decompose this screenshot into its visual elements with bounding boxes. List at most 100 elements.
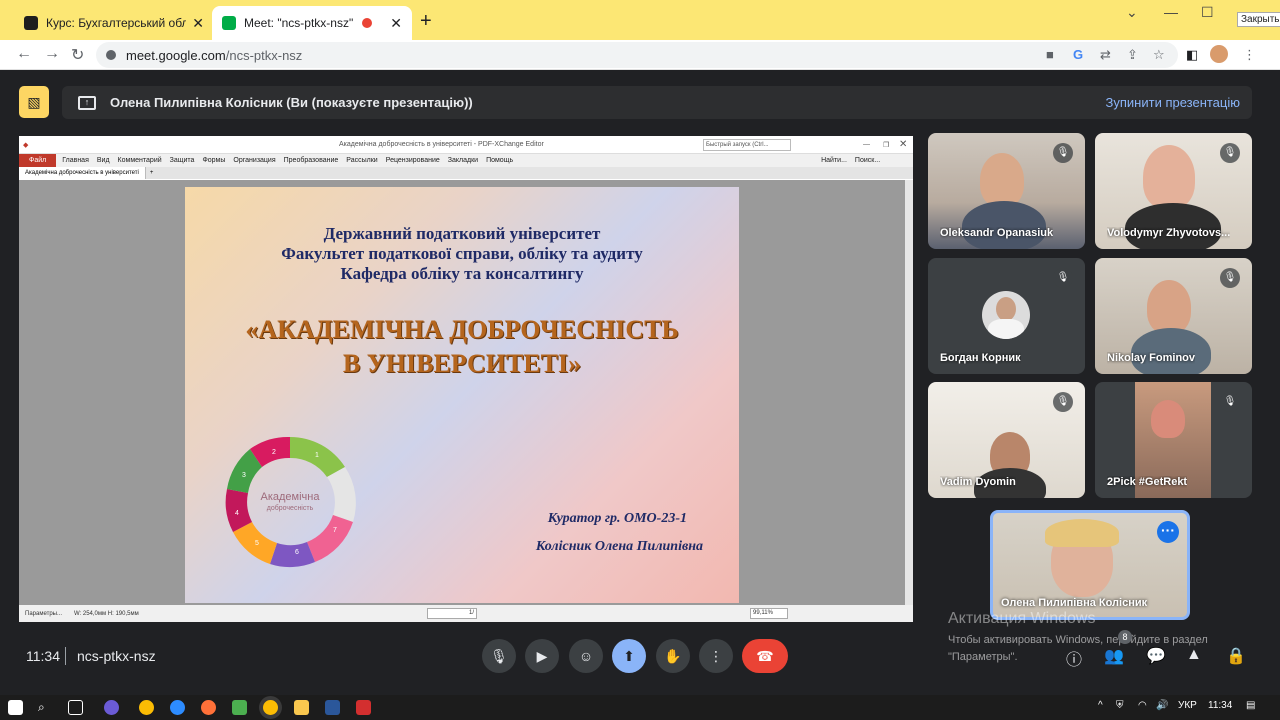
kebab-icon: ⋮ — [709, 647, 723, 664]
self-video-hair — [1045, 519, 1119, 547]
file-explorer-icon[interactable] — [294, 700, 309, 715]
reactions-button[interactable]: ☺ — [569, 639, 603, 673]
mic-icon: 🎙 — [490, 647, 508, 664]
search-icon[interactable]: ⌕ — [38, 700, 45, 715]
menu-item[interactable]: Комментарий — [118, 157, 162, 164]
people-icon[interactable]: 👥 — [1104, 646, 1124, 666]
present-icon: ⬆ — [623, 647, 635, 664]
lock-icon[interactable] — [106, 50, 116, 60]
firefox-icon[interactable] — [201, 700, 216, 715]
share-icon[interactable]: ⇪ — [1127, 47, 1138, 63]
activities-icon[interactable]: ▲ — [1186, 646, 1202, 664]
address-bar[interactable]: meet.google.com/ncs-ptkx-nsz — [96, 42, 1178, 68]
leave-call-button[interactable]: ☎ — [742, 639, 788, 673]
participant-tile[interactable]: 🎙 Oleksandr Opanasiuk — [928, 133, 1085, 249]
pdf-minimize-icon[interactable]: — — [863, 141, 870, 148]
translate-icon[interactable]: ⇄ — [1100, 47, 1111, 63]
status-params-button[interactable]: Параметры... — [25, 611, 62, 617]
raise-hand-button[interactable]: ✋ — [656, 639, 690, 673]
back-arrow-icon[interactable]: ← — [16, 45, 32, 63]
find-button[interactable]: Найти... — [821, 157, 847, 164]
browser-tab-course[interactable]: Курс: Бухгалтерський облік в у ✕ — [14, 6, 214, 40]
wifi-icon[interactable]: ◠ — [1138, 700, 1147, 711]
menu-item[interactable]: Помощь — [486, 157, 513, 164]
notifications-icon[interactable]: ▤ — [1246, 700, 1255, 711]
camera-button[interactable]: ▶ — [525, 639, 559, 673]
cycle-number-2: 2 — [272, 449, 276, 456]
taskbar-clock[interactable]: 11:34 — [1208, 700, 1232, 711]
maximize-icon[interactable]: ☐ — [1201, 4, 1214, 21]
menu-item[interactable]: Рецензирование — [386, 157, 440, 164]
forward-arrow-icon[interactable]: → — [44, 45, 60, 63]
muted-mic-icon: 🎙 — [1053, 143, 1073, 163]
reload-icon[interactable]: ↻ — [71, 45, 84, 65]
menu-item[interactable]: Организация — [233, 157, 275, 164]
pdf-close-icon[interactable]: ✕ — [899, 139, 907, 150]
camera-icon: ▶ — [536, 647, 548, 664]
stop-presenting-button[interactable]: Зупинити презентацію — [1106, 95, 1240, 110]
side-panel-icon[interactable]: ◧ — [1186, 47, 1198, 63]
participant-video — [980, 153, 1024, 207]
tab-title: Курс: Бухгалтерський облік в у — [46, 16, 187, 30]
page-number-input[interactable]: 1/ — [427, 608, 477, 619]
participant-tile[interactable]: 🎙 Nikolay Fominov — [1095, 258, 1252, 374]
host-controls-icon[interactable]: 🔒 — [1226, 646, 1246, 666]
pdf-maximize-icon[interactable]: ❐ — [883, 141, 889, 149]
task-view-icon[interactable] — [68, 700, 83, 715]
chrome-active-icon[interactable] — [263, 700, 278, 715]
menu-item[interactable]: Вид — [97, 157, 110, 164]
participant-tile[interactable]: 🎙 Volodymyr Zhyvotovs... — [1095, 133, 1252, 249]
bookmark-star-icon[interactable]: ☆ — [1153, 47, 1165, 63]
menu-item[interactable]: Закладки — [448, 157, 478, 164]
more-options-icon[interactable]: ··· — [1157, 521, 1179, 543]
search-button[interactable]: Поиск... — [855, 157, 880, 164]
menu-file[interactable]: Файл — [19, 154, 57, 167]
tab-close-icon[interactable]: ✕ — [192, 15, 204, 32]
new-tab-plus-icon[interactable]: + — [420, 10, 432, 33]
app-icon[interactable] — [104, 700, 119, 715]
participant-video-head — [1151, 400, 1185, 438]
more-options-button[interactable]: ⋮ — [699, 639, 733, 673]
menu-item[interactable]: Защита — [170, 157, 195, 164]
camera-in-use-icon[interactable]: ■ — [1046, 47, 1054, 62]
meeting-info-icon[interactable]: ⓘ — [1066, 646, 1082, 670]
minimize-icon[interactable]: — — [1164, 4, 1178, 20]
menu-item[interactable]: Главная — [62, 157, 89, 164]
hide-self-view-icon[interactable]: ▧ — [19, 86, 49, 118]
app-logo-icon: ◆ — [23, 141, 29, 149]
zoom-select[interactable]: 99,11% — [750, 608, 788, 619]
input-language[interactable]: УКР — [1178, 700, 1197, 711]
menu-item[interactable]: Формы — [202, 157, 225, 164]
profile-avatar[interactable] — [1210, 45, 1228, 63]
tray-chevron-icon[interactable]: ^ — [1098, 700, 1103, 711]
word-icon[interactable] — [325, 700, 340, 715]
document-tab[interactable]: Академічна доброчесність в університеті — [19, 167, 146, 179]
chat-icon[interactable]: 💬 — [1146, 646, 1166, 666]
windows-start-icon[interactable] — [8, 700, 23, 715]
menu-item[interactable]: Рассылки — [346, 157, 377, 164]
participant-tile[interactable]: 🎙 Богдан Корник — [928, 258, 1085, 374]
google-lens-icon[interactable]: G — [1073, 47, 1083, 62]
chrome-icon[interactable] — [139, 700, 154, 715]
tab-search-chevron-icon[interactable]: ⌄ — [1126, 4, 1138, 21]
self-view-tile[interactable]: ··· Олена Пилипівна Колісник — [990, 510, 1190, 620]
pdf-window-title: Академічна доброчесність в університеті … — [339, 141, 544, 148]
pdf-vertical-scrollbar[interactable] — [905, 180, 913, 605]
present-button[interactable]: ⬆ — [612, 639, 646, 673]
kebab-menu-icon[interactable]: ⋮ — [1243, 47, 1256, 63]
volume-icon[interactable]: 🔊 — [1156, 700, 1168, 711]
add-tab-icon[interactable]: + — [150, 170, 154, 176]
pdf-editor-icon[interactable] — [356, 700, 371, 715]
app-icon[interactable] — [232, 700, 247, 715]
participant-video — [1143, 145, 1195, 209]
participant-name: Vadim Dyomin — [940, 476, 1016, 488]
zoom-icon[interactable] — [170, 700, 185, 715]
quick-launch-input[interactable]: Быстрый запуск (Ctrl... — [703, 138, 791, 151]
browser-tab-meet[interactable]: Meet: "ncs-ptkx-nsz" ✕ — [212, 6, 412, 40]
menu-item[interactable]: Преобразование — [284, 157, 339, 164]
security-shield-icon[interactable]: ⛨ — [1116, 700, 1124, 711]
mic-button[interactable]: 🎙 — [482, 639, 516, 673]
participant-tile[interactable]: 🎙 Vadim Dyomin — [928, 382, 1085, 498]
participant-tile[interactable]: 🎙 2Pick #GetRekt — [1095, 382, 1252, 498]
tab-close-icon[interactable]: ✕ — [390, 15, 402, 32]
